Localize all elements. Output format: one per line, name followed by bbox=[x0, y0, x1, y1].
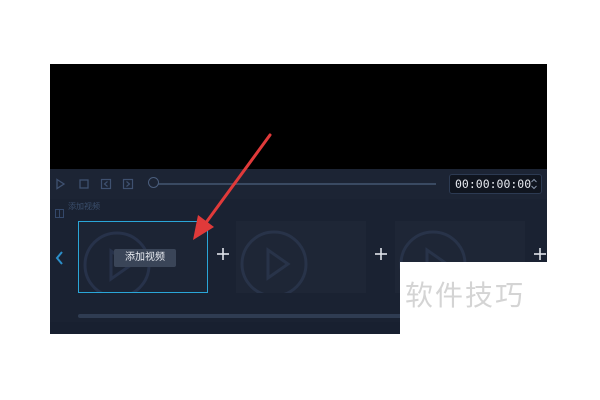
timecode-field[interactable]: 00:00:00:00 bbox=[449, 174, 542, 194]
add-video-button[interactable]: 添加视频 bbox=[114, 249, 176, 267]
timecode-spinner-icon[interactable] bbox=[530, 177, 538, 191]
chevron-left-icon[interactable] bbox=[54, 250, 66, 266]
stop-icon[interactable] bbox=[78, 178, 90, 190]
plus-icon[interactable] bbox=[374, 246, 388, 260]
timeline-scrollbar[interactable] bbox=[78, 314, 428, 318]
play-icon[interactable] bbox=[54, 178, 66, 190]
film-icon bbox=[55, 203, 64, 218]
timeline-label: 添加视频 bbox=[68, 202, 100, 211]
timeline-slot-2[interactable] bbox=[236, 221, 366, 293]
watermark-text: 软件技巧 bbox=[405, 279, 526, 312]
prev-frame-icon[interactable] bbox=[100, 178, 112, 190]
timeline-slot-1[interactable]: 添加视频 bbox=[78, 221, 208, 293]
video-preview bbox=[50, 64, 547, 169]
play-watermark-icon bbox=[238, 224, 318, 293]
screenshot-stage: 00:00:00:00 添加视频 添加视频 软件技巧 bbox=[0, 0, 600, 400]
playback-controls: 00:00:00:00 bbox=[50, 169, 547, 199]
plus-icon[interactable] bbox=[533, 246, 547, 260]
playback-progress-handle[interactable] bbox=[148, 177, 159, 188]
timeline-header: 添加视频 bbox=[50, 201, 547, 218]
next-frame-icon[interactable] bbox=[122, 178, 134, 190]
plus-icon[interactable] bbox=[216, 246, 230, 260]
playback-progress-track[interactable] bbox=[158, 183, 436, 185]
timecode-value: 00:00:00:00 bbox=[455, 177, 532, 191]
